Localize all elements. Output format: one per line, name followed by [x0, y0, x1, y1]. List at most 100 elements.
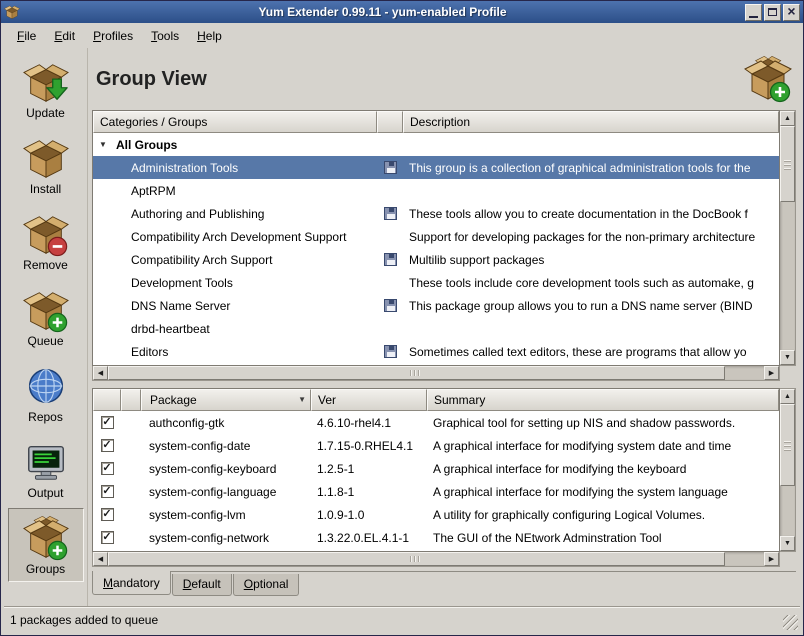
groups-vscroll-thumb[interactable]: [780, 126, 795, 202]
sidebar-item-groups[interactable]: Groups: [8, 508, 84, 582]
scroll-up-icon[interactable]: ▲: [780, 389, 795, 404]
group-description: This package group allows you to run a D…: [403, 299, 779, 313]
package-name: system-config-date: [141, 439, 311, 453]
group-row[interactable]: ▼ All Groups: [93, 133, 779, 156]
checkbox[interactable]: ✓: [101, 485, 114, 498]
scroll-down-icon[interactable]: ▼: [780, 350, 795, 365]
group-row[interactable]: Compatibility Arch Support Multilib suppo…: [93, 248, 779, 271]
menu-profiles[interactable]: Profiles: [84, 26, 142, 46]
scroll-right-icon[interactable]: ▶: [764, 366, 779, 380]
scroll-right-icon[interactable]: ▶: [764, 552, 779, 566]
column-header-checkbox[interactable]: [93, 389, 121, 411]
floppy-icon: [384, 299, 397, 312]
tab-default[interactable]: Default: [172, 574, 232, 596]
window-title: Yum Extender 0.99.11 - yum-enabled Profi…: [24, 5, 741, 19]
checkbox[interactable]: ✓: [101, 439, 114, 452]
scrollbar-corner: [780, 552, 796, 567]
maximize-button[interactable]: [764, 4, 781, 21]
checkbox[interactable]: ✓: [101, 508, 114, 521]
packages-hscroll-track[interactable]: [108, 552, 764, 566]
package-row[interactable]: ✓system-config-keyboard1.2.5-1A graphica…: [93, 457, 779, 480]
package-row[interactable]: ✓system-config-lvm1.0.9-1.0A utility for…: [93, 503, 779, 526]
package-version: 1.0.9-1.0: [311, 508, 427, 522]
minimize-button[interactable]: [745, 4, 762, 21]
sidebar-item-queue[interactable]: Queue: [8, 280, 84, 354]
group-row[interactable]: Compatibility Arch Development SupportSu…: [93, 225, 779, 248]
group-row[interactable]: Authoring and PublishingThese tools allo…: [93, 202, 779, 225]
packages-vertical-scrollbar[interactable]: ▲ ▼: [780, 388, 796, 552]
checkbox[interactable]: ✓: [101, 416, 114, 429]
group-description: Multilib support packages: [403, 253, 779, 267]
group-label: Development Tools: [131, 276, 233, 290]
package-name: system-config-lvm: [141, 508, 311, 522]
group-name-cell: AptRPM: [93, 184, 377, 198]
packages-vscroll-thumb[interactable]: [780, 404, 795, 486]
column-header-categories-groups[interactable]: Categories / Groups: [93, 111, 377, 133]
resize-grip[interactable]: [783, 615, 798, 630]
tab-optional[interactable]: Optional: [233, 574, 300, 596]
column-header-description[interactable]: Description: [403, 111, 779, 133]
package-row[interactable]: ✓system-config-network1.3.22.0.EL.4.1-1T…: [93, 526, 779, 549]
group-label: All Groups: [116, 138, 177, 152]
group-row[interactable]: EditorsSometimes called text editors, th…: [93, 340, 779, 363]
groups-vscroll-track[interactable]: [780, 126, 795, 350]
maximize-icon: [768, 8, 777, 16]
groups-horizontal-scrollbar[interactable]: ◀ ▶: [92, 366, 780, 381]
group-label: Compatibility Arch Support: [131, 253, 272, 267]
sidebar-item-label: Repos: [28, 410, 63, 424]
group-row[interactable]: drbd-heartbeat: [93, 317, 779, 340]
expander-icon[interactable]: ▼: [99, 140, 111, 149]
column-header-status-icon[interactable]: [377, 111, 403, 133]
packages-vscroll-track[interactable]: [780, 404, 795, 536]
sidebar-item-install[interactable]: Install: [8, 128, 84, 202]
menu-file[interactable]: File: [8, 26, 45, 46]
checkbox[interactable]: ✓: [101, 531, 114, 544]
menu-help[interactable]: Help: [188, 26, 231, 46]
package-checkbox-cell: ✓: [93, 531, 121, 544]
scroll-up-icon[interactable]: ▲: [780, 111, 795, 126]
group-row[interactable]: AptRPM: [93, 179, 779, 202]
installed-floppy-icon: [377, 207, 403, 220]
groups-hscroll-thumb[interactable]: [108, 366, 725, 380]
groups-table-body: ▼ All Groups Administration ToolsThis grou…: [93, 133, 779, 365]
package-version: 1.3.22.0.EL.4.1-1: [311, 531, 427, 545]
checkbox[interactable]: ✓: [101, 462, 114, 475]
groups-vertical-scrollbar[interactable]: ▲ ▼: [780, 110, 796, 366]
package-row[interactable]: ✓authconfig-gtk4.6.10-rhel4.1Graphical t…: [93, 411, 779, 434]
column-header-package[interactable]: Package ▼: [141, 389, 311, 411]
package-summary: A graphical interface for modifying the …: [427, 462, 779, 476]
scrollbar-corner: [780, 366, 796, 381]
status-message: 1 packages added to queue: [10, 613, 794, 627]
group-description: This group is a collection of graphical …: [403, 161, 779, 175]
sidebar-item-remove[interactable]: Remove: [8, 204, 84, 278]
menu-tools[interactable]: Tools: [142, 26, 188, 46]
packages-hscroll-thumb[interactable]: [108, 552, 725, 566]
scroll-down-icon[interactable]: ▼: [780, 536, 795, 551]
sidebar-item-output[interactable]: Output: [8, 432, 84, 506]
group-row[interactable]: DNS Name ServerThis package group allows…: [93, 294, 779, 317]
package-row[interactable]: ✓system-config-date1.7.15-0.RHEL4.1A gra…: [93, 434, 779, 457]
scroll-left-icon[interactable]: ◀: [93, 366, 108, 380]
titlebar[interactable]: Yum Extender 0.99.11 - yum-enabled Profi…: [1, 1, 803, 23]
group-row[interactable]: Administration ToolsThis group is a coll…: [93, 156, 779, 179]
sidebar-item-repos[interactable]: Repos: [8, 356, 84, 430]
menu-edit[interactable]: Edit: [45, 26, 84, 46]
app-icon: [4, 4, 20, 20]
group-row[interactable]: Development ToolsThese tools include cor…: [93, 271, 779, 294]
group-description: Sometimes called text editors, these are…: [403, 345, 779, 359]
tab-mandatory[interactable]: Mandatory: [92, 571, 171, 595]
packages-horizontal-scrollbar[interactable]: ◀ ▶: [92, 552, 780, 567]
package-row[interactable]: ✓system-config-language1.1.8-1A graphica…: [93, 480, 779, 503]
package-update-icon: [23, 59, 69, 105]
package-version: 1.7.15-0.RHEL4.1: [311, 439, 427, 453]
sidebar-item-update[interactable]: Update: [8, 52, 84, 126]
window-body: FileEditProfilesToolsHelp Update Install…: [1, 23, 803, 635]
groups-hscroll-track[interactable]: [108, 366, 764, 380]
scroll-left-icon[interactable]: ◀: [93, 552, 108, 566]
column-header-summary[interactable]: Summary: [427, 389, 779, 411]
group-label: AptRPM: [131, 184, 176, 198]
column-header-blank[interactable]: [121, 389, 141, 411]
package-checkbox-cell: ✓: [93, 439, 121, 452]
column-header-ver[interactable]: Ver: [311, 389, 427, 411]
close-button[interactable]: ×: [783, 4, 800, 21]
